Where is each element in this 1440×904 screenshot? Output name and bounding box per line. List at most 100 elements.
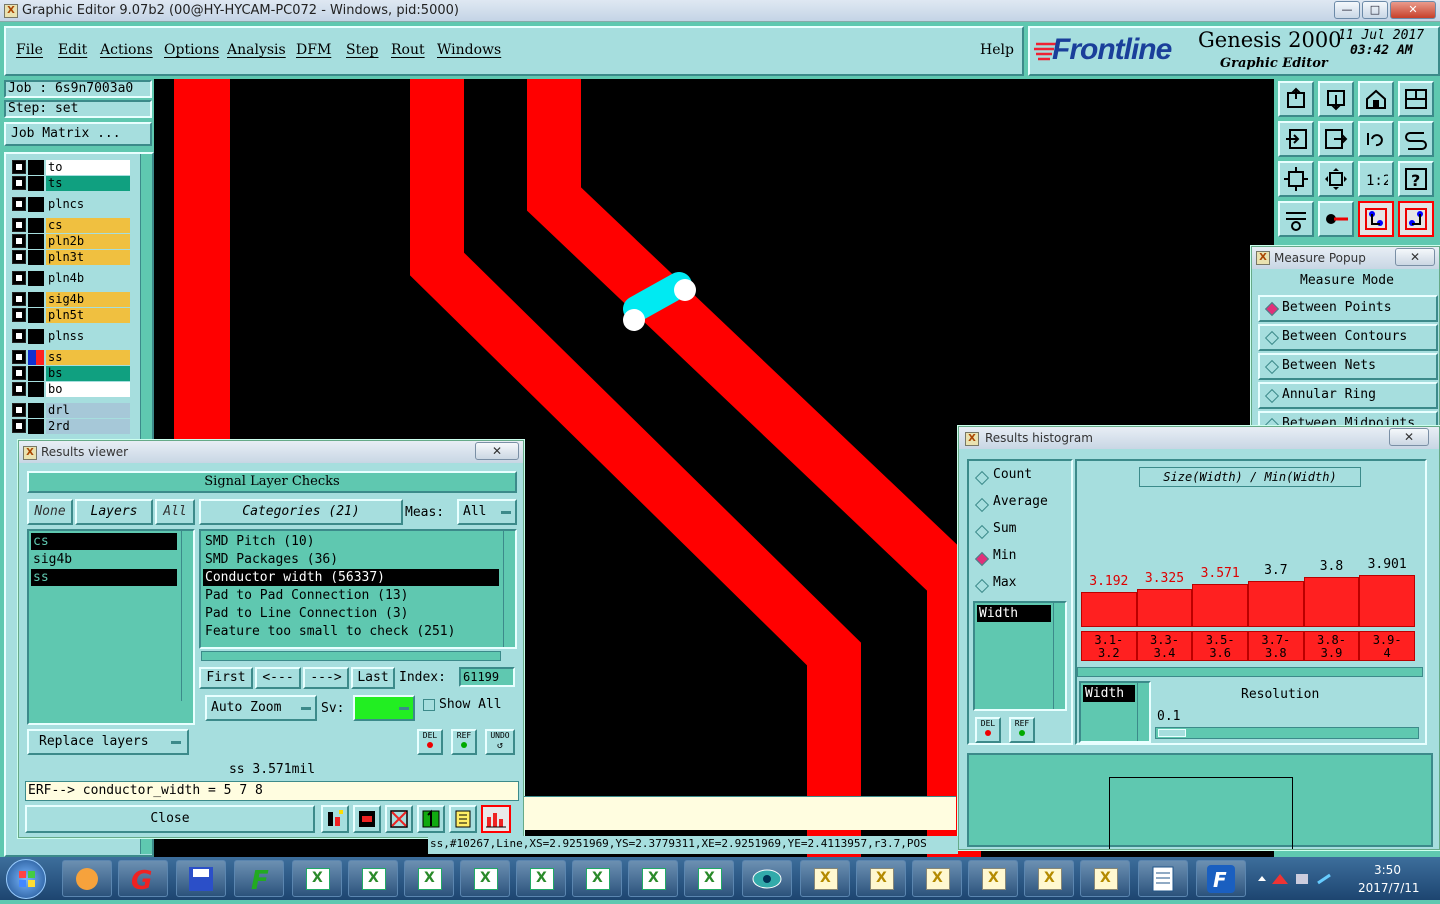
menu-actions[interactable]: Actions [100, 42, 153, 58]
notes-icon[interactable] [449, 805, 477, 833]
signal-layer-checks-group[interactable]: Signal Layer Checks [27, 471, 517, 493]
prev-button[interactable]: <--- [255, 667, 301, 689]
list-icon[interactable] [321, 805, 349, 833]
layer-color-swatch[interactable] [28, 218, 44, 233]
measure-mode-between-nets[interactable]: Between Nets [1258, 353, 1438, 380]
histogram-bar[interactable] [1192, 584, 1248, 627]
tool-open-job-icon[interactable] [1278, 81, 1314, 117]
undo-button[interactable]: UNDO ↺ [485, 729, 515, 755]
layer-visibility-checkbox[interactable] [12, 382, 26, 396]
taskbar-xterm-1[interactable] [800, 860, 850, 897]
taskbar-excel-2[interactable] [348, 860, 398, 897]
taskbar-xterm-5[interactable] [1024, 860, 1074, 897]
histogram-bin-range[interactable]: 3.3- 3.4 [1136, 631, 1193, 661]
taskbar-xterm-3[interactable] [912, 860, 962, 897]
replace-layers-dropdown[interactable]: Replace layers [27, 729, 189, 755]
radio-diamond-icon[interactable] [1264, 330, 1280, 346]
close-button[interactable]: Close [25, 805, 315, 833]
taskbar-xterm-2[interactable] [856, 860, 906, 897]
measure-mode-between-points[interactable]: Between Points [1258, 295, 1438, 322]
tool-redraw-icon[interactable] [1398, 121, 1434, 157]
taskbar-excel-7[interactable] [628, 860, 678, 897]
layer-visibility-checkbox[interactable] [12, 292, 26, 306]
delete-results-icon[interactable] [385, 805, 413, 833]
layer-color-swatch[interactable] [28, 234, 44, 249]
tool-center-icon[interactable] [1318, 161, 1354, 197]
resolution-slider[interactable] [1155, 727, 1419, 739]
category-item[interactable]: Conductor width (56337) [203, 569, 499, 586]
taskbar-excel-8[interactable] [684, 860, 734, 897]
show-all-checkbox[interactable] [423, 699, 435, 711]
tool-export-icon[interactable] [1318, 121, 1354, 157]
taskbar-xterm-4[interactable] [968, 860, 1018, 897]
category-hscroll[interactable] [201, 651, 501, 661]
layer-visibility-checkbox[interactable] [12, 218, 26, 232]
histogram-close-button[interactable]: ✕ [1389, 428, 1429, 446]
layer-name[interactable]: plnss [46, 329, 130, 344]
start-button[interactable] [6, 859, 46, 899]
layer-visibility-checkbox[interactable] [12, 308, 26, 322]
layer-name[interactable]: to [46, 160, 130, 175]
layer-color-swatch[interactable] [28, 197, 44, 212]
del-button[interactable]: DEL [417, 729, 443, 755]
measure-popup-close-button[interactable]: ✕ [1395, 248, 1435, 266]
taskbar-f-app[interactable]: F [234, 860, 284, 897]
hist-ref-button[interactable]: REF [1009, 717, 1035, 743]
histogram-icon[interactable] [481, 805, 511, 833]
ref-button[interactable]: REF [451, 729, 477, 755]
histogram-bin-range[interactable]: 3.9- 4 [1359, 631, 1415, 661]
layer-color-swatch[interactable] [28, 403, 44, 418]
layer-color-swatch[interactable] [28, 382, 44, 397]
taskbar-excel-4[interactable] [460, 860, 510, 897]
layer-color-swatch[interactable] [28, 292, 44, 307]
category-item[interactable]: Feature too small to check (251) [203, 623, 499, 640]
layer-name[interactable]: cs [46, 218, 130, 233]
taskbar-eye-app[interactable] [742, 860, 792, 897]
tool-probe-icon[interactable] [1318, 201, 1354, 237]
layer-visibility-checkbox[interactable] [12, 176, 26, 190]
resolution-field-item[interactable]: Width [1083, 685, 1135, 702]
histogram-bar[interactable] [1081, 592, 1137, 627]
layer-visibility-checkbox[interactable] [12, 271, 26, 285]
histogram-bin-range[interactable]: 3.5- 3.6 [1192, 631, 1248, 661]
layer-visibility-checkbox[interactable] [12, 250, 26, 264]
layer-visibility-checkbox[interactable] [12, 403, 26, 417]
hist-mode-radio-sum[interactable] [974, 524, 990, 540]
measure-icon[interactable] [417, 805, 445, 833]
tool-home-icon[interactable] [1358, 81, 1394, 117]
none-button[interactable]: None [27, 499, 73, 525]
hist-mode-radio-average[interactable] [974, 497, 990, 513]
menu-help[interactable]: Help [980, 42, 1014, 58]
histogram-bar[interactable] [1303, 577, 1360, 627]
menu-analysis[interactable]: Analysis [227, 42, 286, 58]
layer-name[interactable]: ts [46, 176, 130, 191]
layer-name[interactable]: 2rd [46, 419, 130, 434]
taskbar-shell-app[interactable] [62, 860, 112, 897]
category-item[interactable]: SMD Pitch (10) [203, 533, 499, 550]
layer-name[interactable]: plncs [46, 197, 130, 212]
measure-mode-between-contours[interactable]: Between Contours [1258, 324, 1438, 351]
sv-color-dropdown[interactable] [353, 695, 415, 721]
category-item[interactable]: SMD Packages (36) [203, 551, 499, 568]
tool-undo-icon[interactable] [1358, 121, 1394, 157]
tool-window-icon[interactable] [1398, 81, 1434, 117]
taskbar-excel-6[interactable] [572, 860, 622, 897]
layer-color-swatch[interactable] [28, 419, 44, 434]
hist-del-button[interactable]: DEL [975, 717, 1001, 743]
taskbar-excel-3[interactable] [404, 860, 454, 897]
menu-options[interactable]: Options [164, 42, 219, 58]
layer-color-swatch[interactable] [28, 366, 44, 381]
taskbar-browser-app[interactable]: G [118, 860, 168, 897]
menu-file[interactable]: File [16, 42, 43, 58]
taskbar-xterm-6[interactable] [1080, 860, 1130, 897]
last-button[interactable]: Last [351, 667, 395, 689]
job-matrix-button[interactable]: Job Matrix ... [4, 122, 152, 146]
auto-zoom-dropdown[interactable]: Auto Zoom [205, 695, 317, 721]
layers-button[interactable]: Layers [75, 499, 153, 525]
histogram-field-scrollbar[interactable] [1053, 603, 1065, 709]
category-list-scrollbar[interactable] [503, 531, 515, 647]
tool-settings-icon[interactable] [1278, 201, 1314, 237]
results-viewer-close-x[interactable]: ✕ [475, 442, 519, 460]
layer-name[interactable]: pln5t [46, 308, 130, 323]
hist-mode-radio-count[interactable] [974, 470, 990, 486]
